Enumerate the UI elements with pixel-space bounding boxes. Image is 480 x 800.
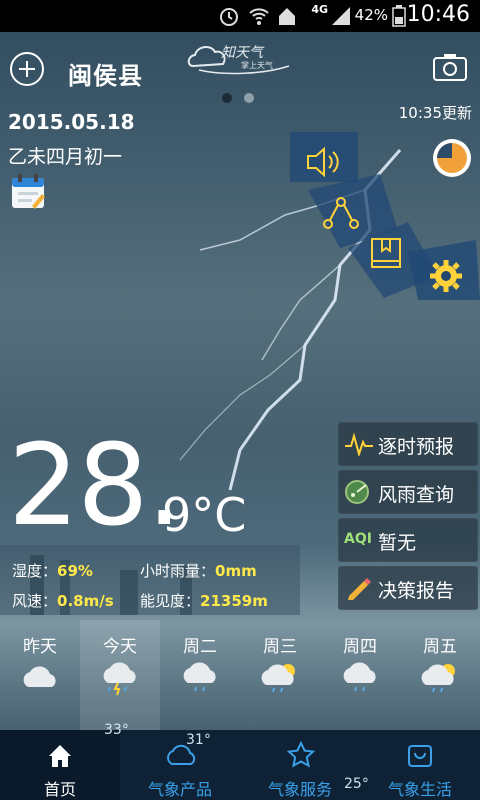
tab-weather-service-label: 气象服务 <box>267 780 332 799</box>
rain-label: 小时雨量： <box>140 562 216 580</box>
logo-subtitle: 掌上天气 <box>241 61 273 70</box>
aqi-label: 暂无 <box>378 532 417 554</box>
forecast-day-label: 周三 <box>263 637 297 657</box>
temperature-integer: 28. <box>8 421 182 551</box>
forecast-day-label: 周四 <box>343 637 377 657</box>
rain-stat: 小时雨量：0mm <box>140 560 257 581</box>
battery-icon <box>392 5 406 27</box>
rain-value: 0mm <box>215 562 257 580</box>
calendar-icon[interactable] <box>10 172 46 210</box>
settings-icon[interactable] <box>428 258 464 294</box>
share-icon[interactable] <box>322 196 360 230</box>
forecast-day[interactable]: 昨天 <box>0 632 80 696</box>
wind-stat: 风速：0.8m/s <box>12 590 114 611</box>
speaker-icon[interactable] <box>304 146 340 178</box>
cloud-rain-icon <box>343 662 376 692</box>
aqi-prefix: AQI <box>344 531 372 547</box>
wind-value: 0.8m/s <box>57 592 114 610</box>
forecast-day[interactable]: 周五 <box>400 632 480 700</box>
wifi-icon <box>249 8 269 25</box>
bottom-tab-bar: 首页 气象产品 气象服务 气象生活 <box>0 730 480 800</box>
visibility-stat: 能见度：21359m <box>140 590 268 611</box>
humidity-value: 69% <box>57 562 93 580</box>
pulse-icon <box>345 432 373 456</box>
home-icon <box>49 745 71 767</box>
alarm-icon <box>220 8 238 26</box>
forecast-day-label: 昨天 <box>23 637 57 657</box>
add-city-button[interactable] <box>10 52 44 86</box>
signal-icon <box>332 7 350 25</box>
cloudy-icon <box>23 666 56 687</box>
visibility-label: 能见度： <box>140 592 201 610</box>
network-type: 4G <box>311 3 328 16</box>
decision-report-button[interactable]: 决策报告 <box>338 566 478 610</box>
humidity-stat: 湿度：69% <box>12 560 93 581</box>
tab-home[interactable]: 首页 <box>0 730 120 800</box>
cloud-rain-icon <box>183 662 216 692</box>
wind-rain-label: 风雨查询 <box>378 484 455 506</box>
page-indicator <box>222 88 266 107</box>
lunar-date: 乙未四月初一 <box>8 146 123 168</box>
status-time: 10:46 <box>406 2 470 27</box>
page-dot <box>244 93 254 103</box>
temp-peek-1: 31° <box>186 732 211 748</box>
tab-weather-life-label: 气象生活 <box>387 780 452 799</box>
status-bar: 4G 42% 10:46 <box>0 0 480 32</box>
tab-weather-products[interactable]: 气象产品 <box>120 730 240 800</box>
wind-rain-button[interactable]: 风雨查询 <box>338 470 478 514</box>
pencil-icon <box>348 578 371 600</box>
humidity-label: 湿度： <box>12 562 58 580</box>
decision-report-label: 决策报告 <box>378 580 455 602</box>
radar-icon <box>345 480 369 504</box>
tab-weather-life[interactable]: 气象生活 <box>360 730 480 800</box>
forecast-day[interactable]: 周三 <box>240 632 320 700</box>
thunder-rain-icon <box>103 662 136 696</box>
camera-icon[interactable] <box>432 52 468 82</box>
forecast-day-label: 周二 <box>183 637 217 657</box>
visibility-value: 21359m <box>200 592 268 610</box>
solar-date: 2015.05.18 <box>8 110 135 134</box>
city-name[interactable]: 闽侯县 <box>68 56 143 91</box>
forecast-day[interactable]: 今天 <box>80 632 160 700</box>
forecast-day[interactable]: 周四 <box>320 632 400 700</box>
clock-menu-icon[interactable] <box>430 136 474 180</box>
forecast-day-label: 今天 <box>103 637 137 657</box>
hourly-forecast-label: 逐时预报 <box>378 436 455 458</box>
logo-title: 知天气 <box>221 45 263 61</box>
hourly-forecast-button[interactable]: 逐时预报 <box>338 422 478 466</box>
book-icon[interactable] <box>368 236 404 270</box>
aqi-button[interactable]: AQI 暂无 <box>338 518 478 562</box>
tab-home-label: 首页 <box>43 780 76 799</box>
tab-weather-products-label: 气象产品 <box>147 780 212 799</box>
wind-label: 风速： <box>12 592 58 610</box>
home-status-icon <box>279 8 295 25</box>
update-time: 10:35更新 <box>398 104 472 122</box>
sun-cloud-rain-icon <box>421 664 455 693</box>
app-logo: 知天气 掌上天气 <box>185 36 295 78</box>
bag-icon <box>408 745 432 767</box>
tab-weather-service[interactable]: 气象服务 <box>240 730 360 800</box>
forecast-day[interactable]: 周二 <box>160 632 240 700</box>
star-icon <box>286 740 316 768</box>
page-dot-active <box>222 93 232 103</box>
forecast-day-label: 周五 <box>423 637 457 657</box>
temperature-decimal: 9°C <box>162 488 247 542</box>
battery-percent: 42% <box>354 6 388 24</box>
temp-peek-2: 25° <box>344 776 369 792</box>
temp-peek-3: 33° <box>104 722 129 738</box>
sun-cloud-rain-icon <box>261 664 295 693</box>
